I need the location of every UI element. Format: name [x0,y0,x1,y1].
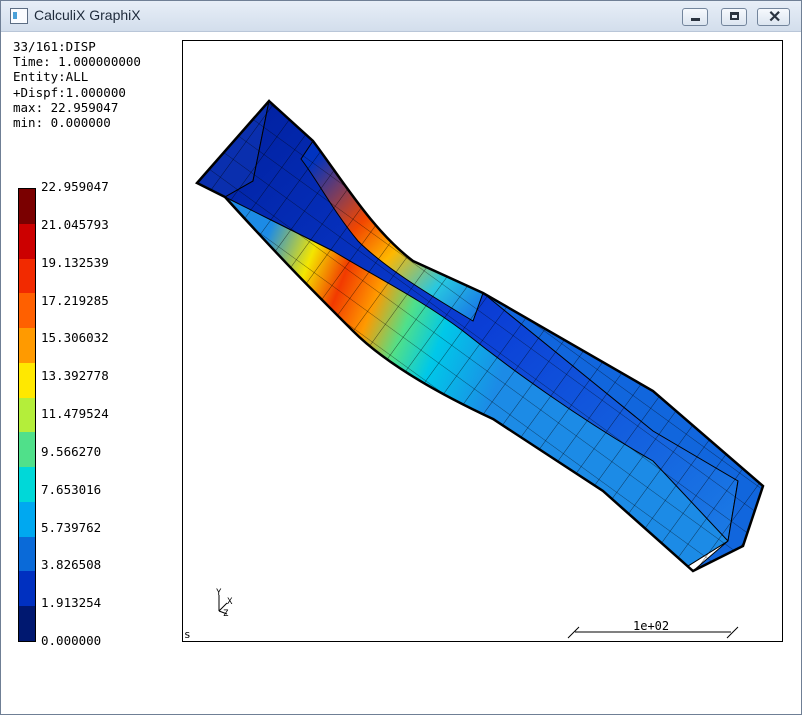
minimize-icon [691,18,700,21]
maximize-button[interactable] [721,8,747,26]
graphics-area[interactable]: 33/161:DISP Time: 1.000000000 Entity:ALL +D… [1,32,801,714]
close-icon: ✕ [768,9,782,26]
color-legend-label: 21.045793 [41,216,109,232]
info-time: Time: 1.000000000 [13,54,141,70]
title-bar[interactable]: CalculiX GraphiX ✕ [1,1,801,32]
info-entity: Entity:ALL [13,69,89,85]
minimize-button[interactable] [682,8,708,26]
color-legend-segment [19,536,35,572]
color-legend-label: 22.959047 [41,179,109,194]
color-legend-label: 11.479524 [41,406,109,421]
color-legend-label: 13.392778 [41,368,109,384]
triad-y-label: Y [216,588,222,598]
color-legend-segment [19,258,35,294]
scale-bar-label: 1e+02 [633,619,670,633]
info-dataset: 33/161:DISP [13,39,96,54]
color-legend-segment [19,293,35,329]
window-title: CalculiX GraphiX [34,7,141,23]
color-legend-segment [19,432,35,468]
color-legend-label: 9.566270 [41,443,102,459]
app-icon [10,8,28,24]
close-button[interactable]: ✕ [757,8,790,26]
color-legend-segment [19,397,35,433]
color-legend-segment [19,571,35,607]
color-legend-segment [19,189,35,224]
color-legend-label: 19.132539 [41,254,109,270]
color-legend-label: 15.306032 [41,330,109,346]
color-legend-segment [19,606,35,642]
color-legend-label: 5.739762 [41,519,102,535]
color-legend-segment [19,223,35,259]
color-legend-segment [19,362,35,398]
color-legend-label: 17.219285 [41,292,109,308]
color-legend-label: 7.653016 [41,481,102,497]
color-legend-segment [19,328,35,364]
color-legend-segment [19,501,35,537]
color-legend-segment [19,467,35,503]
info-min: min: 0.000000 [13,115,111,131]
model-viewport[interactable]: Y X Z 1e+02 s [182,40,783,642]
color-legend-label: 3.826508 [41,557,102,573]
fea-model [194,99,765,573]
model-mesh [194,99,765,573]
info-panel: 33/161:DISP Time: 1.000000000 Entity:ALL +D… [13,39,141,130]
triad-x-label: X [227,597,233,607]
info-dispf: +Dispf:1.000000 [13,84,126,100]
app-window: CalculiX GraphiX ✕ 33/161:DISP Time: 1.00… [0,0,802,715]
corner-mark: s [184,628,191,641]
triad-z-label: Z [223,609,229,617]
info-max: max: 22.959047 [13,99,119,115]
color-legend-bar [18,188,36,642]
color-legend-label: 0.000000 [41,633,102,648]
axis-triad: Y X Z [216,588,233,617]
color-legend-label: 1.913254 [41,595,102,611]
maximize-icon [730,12,739,20]
